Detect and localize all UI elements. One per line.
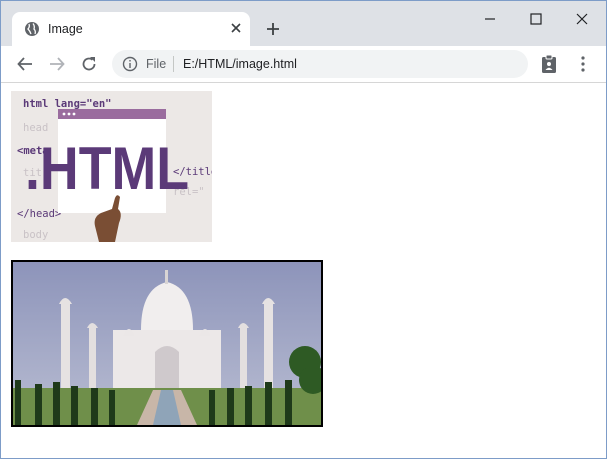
browser-window: Image File E:/HTML/image.html html lang=… — [0, 0, 607, 459]
page-content: html lang="en" head <meta tit </title re… — [1, 83, 606, 458]
code-line: head — [23, 122, 48, 134]
toolbar: File E:/HTML/image.html — [1, 46, 606, 83]
window-close-icon[interactable] — [559, 1, 605, 37]
code-line: html lang="en" — [23, 98, 112, 110]
close-icon[interactable] — [229, 21, 243, 35]
taj-mahal-image — [11, 260, 323, 427]
address-bar[interactable]: File E:/HTML/image.html — [112, 50, 528, 78]
code-line: </head> — [17, 208, 61, 220]
info-icon[interactable] — [122, 56, 138, 72]
tab-title: Image — [48, 22, 83, 36]
maximize-icon[interactable] — [513, 1, 559, 37]
plus-icon[interactable] — [264, 20, 282, 38]
globe-icon — [25, 22, 39, 36]
kebab-menu-icon[interactable] — [575, 55, 591, 73]
title-bar: Image — [1, 1, 606, 47]
reload-icon[interactable] — [80, 55, 98, 73]
separator — [173, 56, 174, 72]
url-text[interactable]: E:/HTML/image.html — [183, 57, 297, 71]
arrow-left-icon[interactable] — [16, 55, 34, 73]
code-line: body — [23, 229, 48, 241]
arrow-right-icon[interactable] — [48, 55, 66, 73]
html-logo-text: .HTML — [25, 135, 189, 202]
taj-mahal-photo — [13, 262, 321, 425]
minimize-icon[interactable] — [467, 1, 513, 37]
scheme-label: File — [146, 57, 167, 71]
html-logo-image: html lang="en" head <meta tit </title re… — [11, 91, 212, 242]
clipboard-icon[interactable] — [540, 54, 558, 74]
tab-image[interactable]: Image — [12, 12, 250, 47]
